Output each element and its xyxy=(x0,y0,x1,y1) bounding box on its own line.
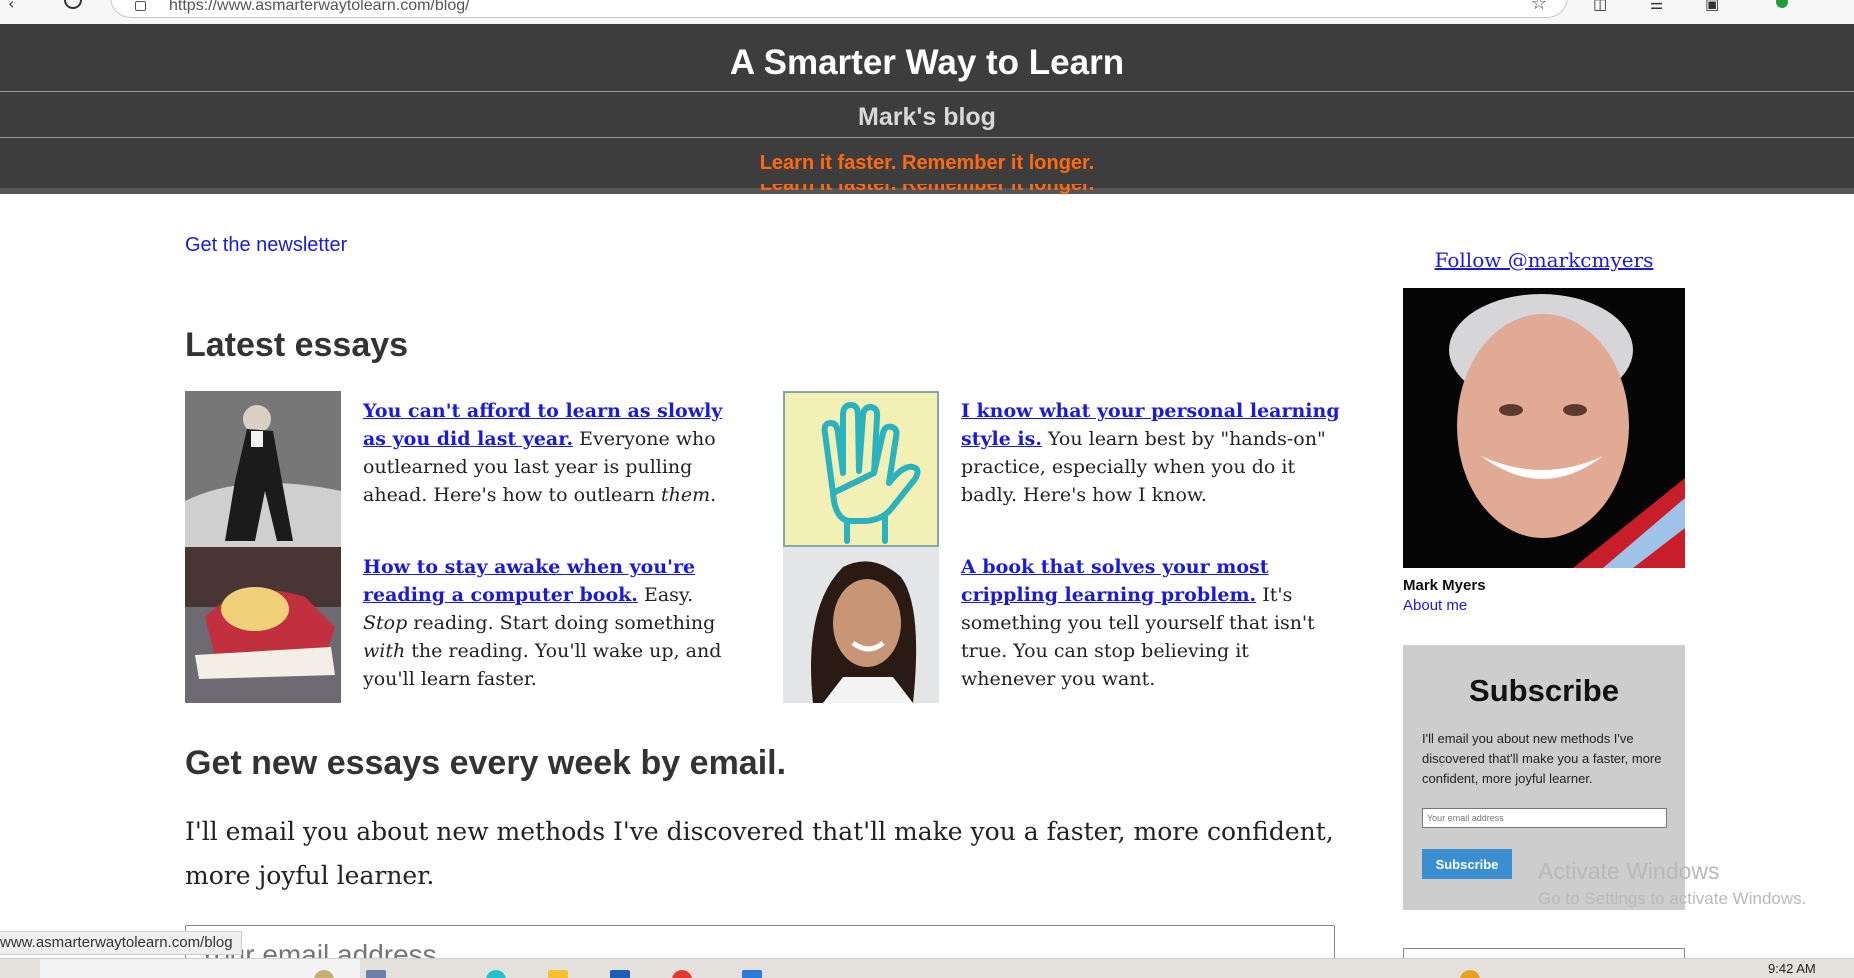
site-tagline: Learn it faster. Remember it longer. xyxy=(759,152,1095,174)
essay-text: How to stay awake when you're reading a … xyxy=(363,556,722,690)
url-text[interactable]: https://www.asmarterwaytolearn.com/blog/ xyxy=(169,0,470,15)
essay-card: A book that solves your most crippling l… xyxy=(783,547,1343,703)
refresh-icon[interactable] xyxy=(64,0,82,9)
latest-essays-heading: Latest essays xyxy=(185,326,409,364)
browser-toolbar: ‹ https://www.asmarterwaytolearn.com/blo… xyxy=(0,0,1854,24)
folder-icon[interactable] xyxy=(548,970,568,978)
taskbar-app-icon[interactable] xyxy=(486,970,506,978)
essay-card: You can't afford to learn as slowly as y… xyxy=(185,391,745,547)
raised-hand-icon[interactable] xyxy=(783,391,939,547)
collections-icon[interactable]: ▣ xyxy=(1705,0,1719,13)
essay-text: A book that solves your most crippling l… xyxy=(961,556,1315,690)
email-signup-heading: Get new essays every week by email. xyxy=(185,744,787,782)
address-bar[interactable]: https://www.asmarterwaytolearn.com/blog/… xyxy=(110,0,1568,18)
activate-windows-title: Activate Windows xyxy=(1538,858,1720,884)
page-info-icon[interactable] xyxy=(135,1,146,11)
taskbar-app-icon[interactable] xyxy=(366,970,386,978)
author-name: Mark Myers xyxy=(1403,577,1486,594)
site-header: A Smarter Way to Learn Mark's blog Learn… xyxy=(0,24,1854,194)
taskbar-clock[interactable]: 9:42 AM xyxy=(1768,961,1816,976)
vscode-icon[interactable] xyxy=(742,970,762,978)
subscribe-button[interactable]: Subscribe xyxy=(1422,849,1512,879)
blog-subtitle[interactable]: Mark's blog xyxy=(0,92,1854,138)
taskbar-search[interactable] xyxy=(40,959,360,978)
about-me-link[interactable]: About me xyxy=(1403,597,1467,614)
split-screen-icon[interactable]: ◫ xyxy=(1593,0,1607,13)
status-bar-url: www.asmarterwaytolearn.com/blog xyxy=(0,931,242,955)
star-icon[interactable]: ☆ xyxy=(1531,0,1547,14)
email-signup-text: I'll email you about new methods I've di… xyxy=(185,817,1334,890)
subscribe-email-input[interactable] xyxy=(1422,808,1667,828)
notification-icon[interactable] xyxy=(1460,970,1480,978)
essay-card: How to stay awake when you're reading a … xyxy=(185,547,745,703)
essay-text: I know what your personal learning style… xyxy=(961,400,1340,506)
smiling-woman-photo[interactable] xyxy=(783,547,939,703)
essay-text: You can't afford to learn as slowly as y… xyxy=(363,400,723,506)
back-arrow-icon[interactable]: ‹ xyxy=(8,0,14,13)
activate-windows-subtitle: Go to Settings to activate Windows. xyxy=(1538,889,1807,908)
taskbar-app-icon[interactable] xyxy=(610,970,630,978)
asleep-on-book-photo[interactable] xyxy=(185,547,341,703)
author-photo xyxy=(1403,288,1685,568)
twitter-follow-link[interactable]: Follow @markcmyers xyxy=(1403,248,1685,272)
newsletter-link[interactable]: Get the newsletter xyxy=(185,234,347,257)
man-in-suit-photo[interactable] xyxy=(185,391,341,547)
site-title[interactable]: A Smarter Way to Learn xyxy=(0,24,1854,92)
favorites-icon[interactable]: ☰ xyxy=(1650,0,1663,13)
essay-card: I know what your personal learning style… xyxy=(783,391,1343,547)
extension-shield-icon[interactable] xyxy=(1776,0,1788,8)
subscribe-text: I'll email you about new methods I've di… xyxy=(1422,731,1662,786)
subscribe-title: Subscribe xyxy=(1469,673,1619,708)
essay-title-link[interactable]: A book that solves your most crippling l… xyxy=(961,556,1269,606)
chrome-icon[interactable] xyxy=(672,970,692,978)
taskbar: 9:42 AM xyxy=(0,958,1854,978)
tagline-underlay: Learn it faster. Remember it longer. xyxy=(759,184,1095,195)
